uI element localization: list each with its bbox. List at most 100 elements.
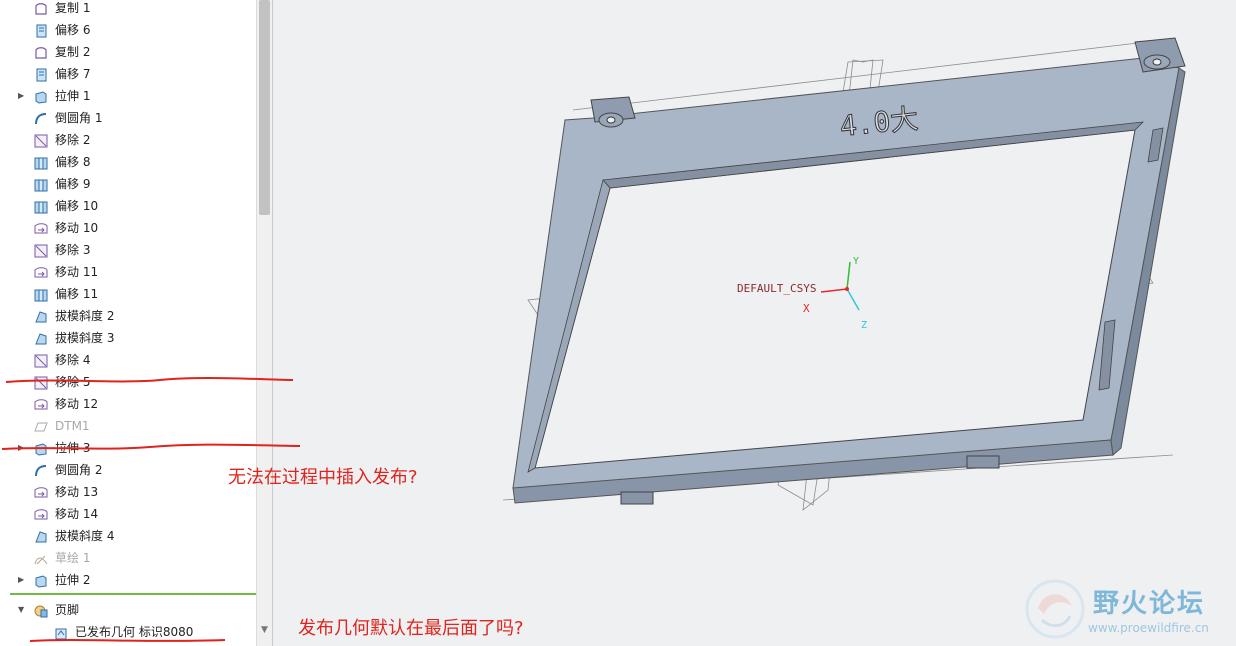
axis-y-label: Y (853, 256, 859, 267)
tree-item-label: 已发布几何 标识8080 (75, 625, 194, 639)
tree-item[interactable]: ▶ 拉伸 1 (0, 85, 256, 107)
tree-item-label: 页脚 (55, 603, 80, 617)
axis-x-label: X (803, 302, 810, 315)
sketch-icon (34, 551, 48, 565)
expand-arrow-icon[interactable]: ▶ (18, 437, 28, 459)
move-icon (34, 265, 48, 279)
tree-item-label: 拔模斜度 4 (55, 529, 115, 543)
thicken-icon (34, 177, 48, 192)
tree-item[interactable]: 偏移 8 (0, 151, 256, 173)
tree-item-label: 偏移 11 (55, 287, 99, 301)
watermark-logo-icon (1025, 579, 1085, 639)
remove-icon (34, 353, 48, 368)
tree-item[interactable]: 复制 2 (0, 41, 256, 63)
tree-item-label: 复制 2 (55, 45, 91, 59)
draft-icon (34, 331, 48, 345)
draft-icon (34, 529, 48, 543)
tree-item[interactable]: ▼ 页脚 (0, 599, 256, 621)
published-geometry-icon (54, 625, 68, 640)
tree-item-label: 移除 3 (55, 243, 91, 257)
tree-item-label: 偏移 10 (55, 199, 99, 213)
tree-scroll-thumb[interactable] (259, 0, 270, 215)
model-tree-list: 复制 1 偏移 6 复制 2 偏移 7 ▶ 拉伸 1 倒圆角 1 移除 2 偏移 8 偏移 9 偏移… (0, 0, 256, 643)
tree-item[interactable]: 复制 1 (0, 0, 256, 19)
tree-item[interactable]: 移除 5 (0, 371, 256, 393)
round-icon (34, 463, 48, 477)
tree-item-label: 移动 12 (55, 397, 99, 411)
footer-icon (34, 603, 48, 618)
tree-item[interactable]: 已发布几何 标识8080 (0, 621, 256, 643)
tree-item[interactable]: ▶ 拉伸 2 (0, 569, 256, 591)
copy-icon (34, 1, 48, 15)
tree-item[interactable]: 拔模斜度 4 (0, 525, 256, 547)
tree-item[interactable]: 倒圆角 2 (0, 459, 256, 481)
tree-item-label: 偏移 6 (55, 23, 91, 37)
axis-z-label: Z (861, 320, 867, 331)
tree-item[interactable]: 偏移 11 (0, 283, 256, 305)
draft-icon (34, 309, 48, 323)
tree-item[interactable]: ▶ 拉伸 3 (0, 437, 256, 459)
annotation-question-insert: 无法在过程中插入发布? (228, 467, 418, 488)
remove-icon (34, 243, 48, 258)
tree-item-label: 移除 4 (55, 353, 91, 367)
tree-item-label: 偏移 8 (55, 155, 91, 169)
tree-item[interactable]: 偏移 7 (0, 63, 256, 85)
tree-item-label: 倒圆角 2 (55, 463, 103, 477)
tree-item[interactable]: 草绘 1 (0, 547, 256, 569)
tree-item[interactable]: 偏移 10 (0, 195, 256, 217)
tree-item-label: 草绘 1 (55, 551, 91, 565)
tree-item[interactable]: 拔模斜度 3 (0, 327, 256, 349)
part-model-view: 4.0大 DEFAULT_CSYS Y X Z (502, 37, 1186, 511)
tree-item-label: 拉伸 1 (55, 89, 91, 103)
watermark-url: www.proewildfire.cn (1088, 621, 1209, 635)
tree-item[interactable]: 移动 11 (0, 261, 256, 283)
tree-item-label: 复制 1 (55, 1, 91, 15)
tree-item[interactable]: 移除 3 (0, 239, 256, 261)
tree-item-label: 拔模斜度 3 (55, 331, 115, 345)
scroll-down-arrow-icon[interactable]: ▼ (257, 622, 272, 638)
tree-item[interactable]: 倒圆角 1 (0, 107, 256, 129)
tree-item-label: 偏移 7 (55, 67, 91, 81)
copy-icon (34, 45, 48, 59)
tree-item-label: DTM1 (55, 419, 90, 433)
remove-icon (34, 375, 48, 390)
tree-item[interactable]: 偏移 9 (0, 173, 256, 195)
tree-item-label: 偏移 9 (55, 177, 91, 191)
move-icon (34, 221, 48, 235)
tree-item[interactable]: 移除 2 (0, 129, 256, 151)
insert-here-marker[interactable] (10, 593, 256, 595)
extrude-icon (34, 573, 48, 588)
tree-item[interactable]: DTM1 (0, 415, 256, 437)
thicken-icon (34, 155, 48, 170)
tree-item-label: 移动 13 (55, 485, 99, 499)
expand-arrow-icon[interactable]: ▶ (18, 85, 28, 107)
tree-item-label: 移动 14 (55, 507, 99, 521)
move-icon (34, 485, 48, 499)
thicken-icon (34, 199, 48, 214)
tree-item-label: 移动 11 (55, 265, 99, 279)
tree-item[interactable]: 移动 10 (0, 217, 256, 239)
tree-item[interactable]: 移动 14 (0, 503, 256, 525)
tree-item-label: 移除 5 (55, 375, 91, 389)
expand-open-icon[interactable]: ▼ (18, 599, 28, 621)
tree-item[interactable]: 移动 12 (0, 393, 256, 415)
graphics-viewport[interactable]: 4.0大 DEFAULT_CSYS Y X Z (273, 0, 1236, 646)
offset-icon (34, 67, 48, 82)
tree-item-label: 倒圆角 1 (55, 111, 103, 125)
tree-item-label: 移动 10 (55, 221, 99, 235)
round-icon (34, 111, 48, 125)
annotation-question-published: 发布几何默认在最后面了吗? (298, 618, 524, 639)
expand-arrow-icon[interactable]: ▶ (18, 569, 28, 591)
thicken-icon (34, 287, 48, 302)
tree-item[interactable]: 拔模斜度 2 (0, 305, 256, 327)
move-icon (34, 397, 48, 411)
tree-item[interactable]: 偏移 6 (0, 19, 256, 41)
watermark-title: 野火论坛 (1093, 589, 1206, 619)
move-icon (34, 507, 48, 521)
tree-scrollbar[interactable]: ▼ (256, 0, 272, 646)
tree-item[interactable]: 移动 13 (0, 481, 256, 503)
tree-item-label: 拉伸 3 (55, 441, 91, 455)
extrude-icon (34, 89, 48, 104)
datum-plane-icon (34, 419, 48, 433)
tree-item[interactable]: 移除 4 (0, 349, 256, 371)
